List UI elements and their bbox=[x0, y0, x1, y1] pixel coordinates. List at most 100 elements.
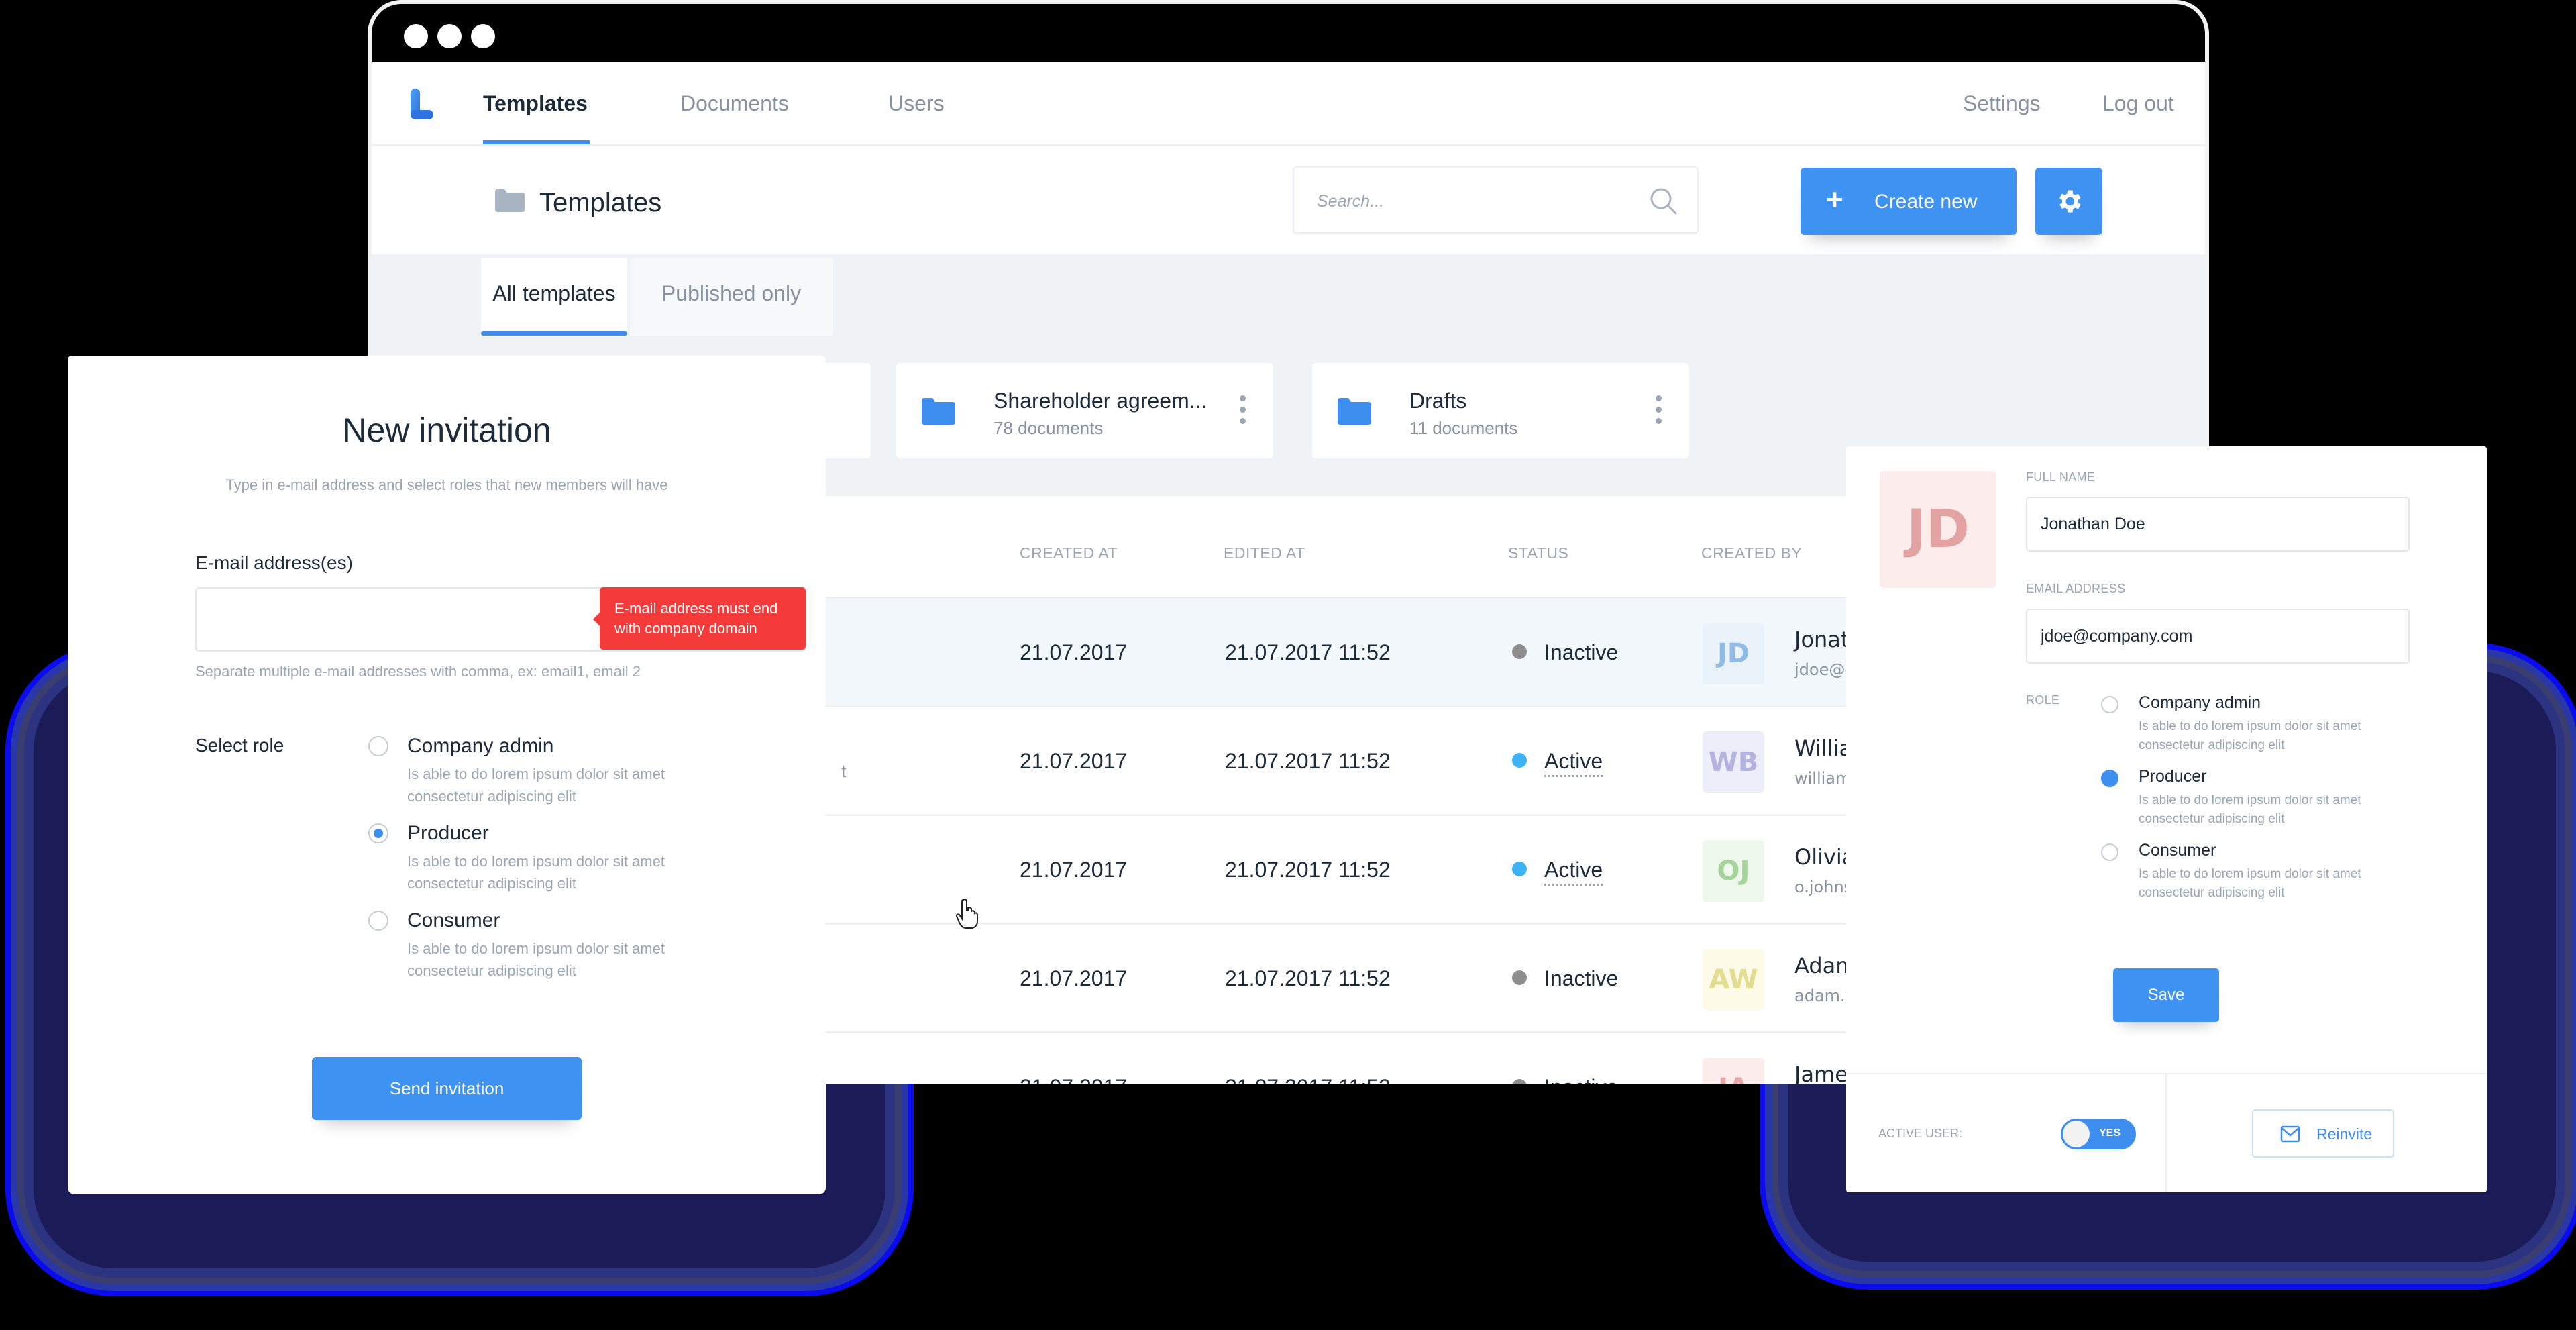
nav-templates[interactable]: Templates bbox=[483, 91, 588, 116]
role-description: Is able to do lorem ipsum dolor sit amet… bbox=[407, 853, 665, 892]
nav-settings[interactable]: Settings bbox=[1963, 91, 2041, 116]
role-radio-selected[interactable] bbox=[2101, 770, 2118, 787]
partial-title: t bbox=[841, 761, 847, 781]
status-dot-icon bbox=[1512, 862, 1527, 876]
folder-count: 11 documents bbox=[1409, 418, 1518, 438]
status-dot-icon bbox=[1512, 753, 1527, 768]
page-header: Templates + Create new bbox=[372, 146, 2205, 254]
role-radio[interactable] bbox=[2101, 696, 2118, 713]
status-badge[interactable]: Active bbox=[1544, 858, 1603, 886]
email-address-field[interactable] bbox=[2026, 609, 2410, 664]
role-description: Is able to do lorem ipsum dolor sit amet… bbox=[2139, 719, 2361, 752]
edited-at: 21.07.2017 11:52 bbox=[1225, 966, 1391, 990]
status-badge: Inactive bbox=[1544, 966, 1619, 990]
created-at: 21.07.2017 bbox=[1020, 966, 1128, 990]
role-title: Producer bbox=[2139, 767, 2207, 786]
folder-icon bbox=[495, 189, 525, 212]
kebab-menu-icon[interactable] bbox=[1656, 395, 1662, 426]
search-input[interactable] bbox=[1317, 188, 1639, 215]
tab-published-only[interactable]: Published only bbox=[630, 258, 833, 336]
folder-count: 78 documents bbox=[994, 418, 1104, 438]
role-title: Consumer bbox=[407, 909, 500, 931]
role-radio-selected[interactable] bbox=[368, 823, 388, 843]
folder-icon bbox=[922, 398, 955, 425]
folder-icon bbox=[1338, 398, 1371, 425]
window-titlebar bbox=[372, 4, 2205, 62]
panel-footer: ACTIVE USER: YES Reinvite bbox=[1846, 1073, 2487, 1192]
edited-at: 21.07.2017 11:52 bbox=[1225, 640, 1391, 664]
full-name-label: FULL NAME bbox=[2026, 470, 2096, 484]
role-description: Is able to do lorem ipsum dolor sit amet… bbox=[2139, 867, 2361, 900]
role-description: Is able to do lorem ipsum dolor sit amet… bbox=[2139, 793, 2361, 826]
avatar: WB bbox=[1703, 731, 1764, 793]
modal-title: New invitation bbox=[342, 411, 551, 449]
status-dot-icon bbox=[1512, 1079, 1527, 1084]
edited-at: 21.07.2017 11:52 bbox=[1225, 1075, 1391, 1084]
column-header-status[interactable]: STATUS bbox=[1508, 544, 1568, 562]
create-new-label: Create new bbox=[1874, 191, 1978, 213]
creator-email: o.johns bbox=[1794, 878, 1853, 897]
nav-logout[interactable]: Log out bbox=[2102, 91, 2174, 116]
active-user-toggle[interactable]: YES bbox=[2061, 1119, 2136, 1149]
send-invitation-button[interactable]: Send invitation bbox=[312, 1057, 582, 1120]
reinvite-button[interactable]: Reinvite bbox=[2252, 1109, 2394, 1158]
folder-name: Shareholder agreem... bbox=[994, 389, 1208, 413]
active-user-label: ACTIVE USER: bbox=[1878, 1127, 1963, 1140]
hand-cursor-icon bbox=[955, 899, 978, 929]
email-help-text: Separate multiple e-mail addresses with … bbox=[195, 663, 641, 680]
window-close-dot[interactable] bbox=[404, 24, 428, 48]
folder-card[interactable]: Drafts 11 documents bbox=[1312, 363, 1689, 458]
footer-divider bbox=[2165, 1074, 2167, 1192]
user-edit-panel: JD FULL NAME EMAIL ADDRESS ROLE Company … bbox=[1846, 446, 2487, 1192]
envelope-icon bbox=[2280, 1125, 2300, 1143]
toggle-state: YES bbox=[2099, 1127, 2121, 1139]
status-badge: Inactive bbox=[1544, 640, 1619, 664]
toggle-knob bbox=[2063, 1121, 2090, 1147]
nav-active-indicator bbox=[483, 140, 590, 144]
page-title: Templates bbox=[539, 188, 662, 217]
role-radio[interactable] bbox=[2101, 843, 2118, 861]
avatar: AW bbox=[1703, 949, 1764, 1011]
settings-gear-button[interactable] bbox=[2035, 168, 2102, 235]
folder-card[interactable]: Shareholder agreem... 78 documents bbox=[896, 363, 1273, 458]
role-title: Company admin bbox=[407, 735, 554, 757]
search-icon[interactable] bbox=[1649, 187, 1678, 216]
role-label: ROLE bbox=[2026, 693, 2060, 707]
created-at: 21.07.2017 bbox=[1020, 1075, 1127, 1084]
window-maximize-dot[interactable] bbox=[471, 24, 495, 48]
role-radio[interactable] bbox=[368, 911, 388, 931]
role-radio[interactable] bbox=[368, 736, 388, 756]
column-header-created-at[interactable]: CREATED AT bbox=[1020, 544, 1118, 562]
role-description: Is able to do lorem ipsum dolor sit amet… bbox=[407, 940, 665, 979]
window-minimize-dot[interactable] bbox=[437, 24, 462, 48]
gear-icon bbox=[2059, 190, 2081, 213]
email-address-label: EMAIL ADDRESS bbox=[2026, 582, 2126, 595]
status-dot-icon bbox=[1512, 970, 1527, 985]
full-name-field[interactable] bbox=[2026, 497, 2410, 552]
avatar: OJ bbox=[1703, 840, 1764, 902]
role-title: Company admin bbox=[2139, 693, 2261, 712]
new-invitation-modal: New invitation Type in e-mail address an… bbox=[68, 356, 826, 1194]
kebab-menu-icon[interactable] bbox=[1240, 395, 1246, 426]
status-badge[interactable]: Active bbox=[1544, 749, 1603, 777]
nav-users[interactable]: Users bbox=[888, 91, 945, 116]
tab-all-templates[interactable]: All templates bbox=[481, 258, 627, 336]
column-header-edited-at[interactable]: EDITED AT bbox=[1224, 544, 1305, 562]
avatar: JA bbox=[1703, 1058, 1764, 1084]
nav-documents[interactable]: Documents bbox=[680, 91, 789, 116]
create-new-button[interactable]: + Create new bbox=[1801, 168, 2017, 235]
status-badge: Inactive bbox=[1544, 1075, 1618, 1084]
save-button[interactable]: Save bbox=[2113, 968, 2219, 1022]
app-logo-icon[interactable] bbox=[409, 89, 436, 122]
column-header-created-by[interactable]: CREATED BY bbox=[1701, 544, 1802, 562]
plus-icon: + bbox=[1826, 183, 1843, 216]
role-description: Is able to do lorem ipsum dolor sit amet… bbox=[407, 766, 665, 805]
folder-name: Drafts bbox=[1409, 389, 1467, 413]
email-label: E-mail address(es) bbox=[195, 552, 353, 573]
search-box[interactable] bbox=[1293, 166, 1699, 234]
created-at: 21.07.2017 bbox=[1020, 858, 1128, 882]
edited-at: 21.07.2017 11:52 bbox=[1225, 749, 1391, 773]
edited-at: 21.07.2017 11:52 bbox=[1225, 858, 1391, 882]
avatar: JD bbox=[1880, 471, 1996, 588]
modal-subtitle: Type in e-mail address and select roles … bbox=[225, 476, 668, 493]
